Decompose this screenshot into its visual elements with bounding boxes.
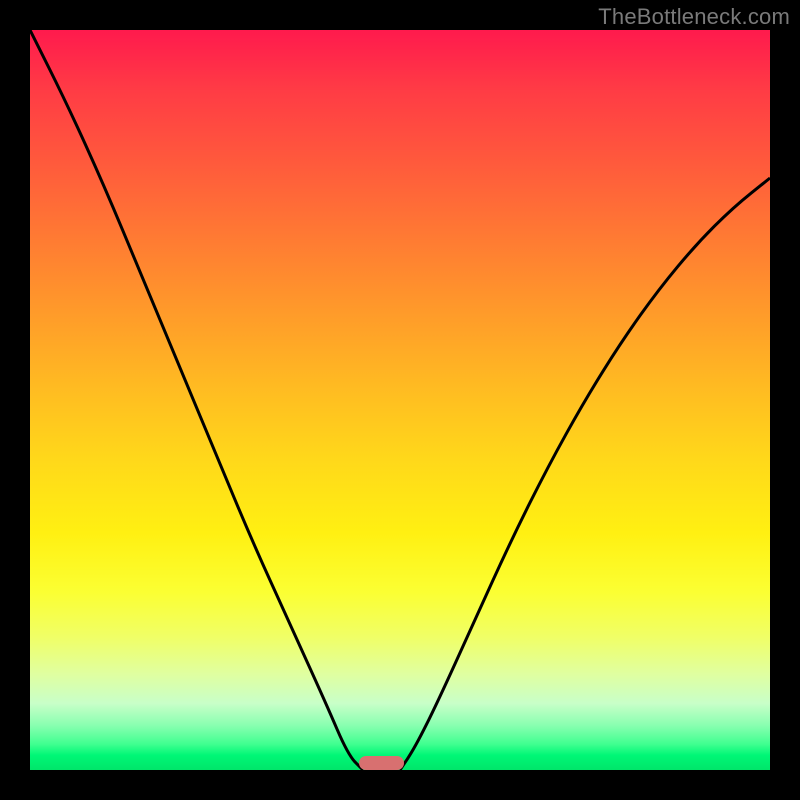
- left-curve: [30, 30, 363, 770]
- right-curve: [400, 178, 770, 770]
- plot-area: [30, 30, 770, 770]
- curves-svg: [30, 30, 770, 770]
- watermark-text: TheBottleneck.com: [598, 4, 790, 30]
- chart-frame: TheBottleneck.com: [0, 0, 800, 800]
- bottleneck-marker: [359, 756, 403, 770]
